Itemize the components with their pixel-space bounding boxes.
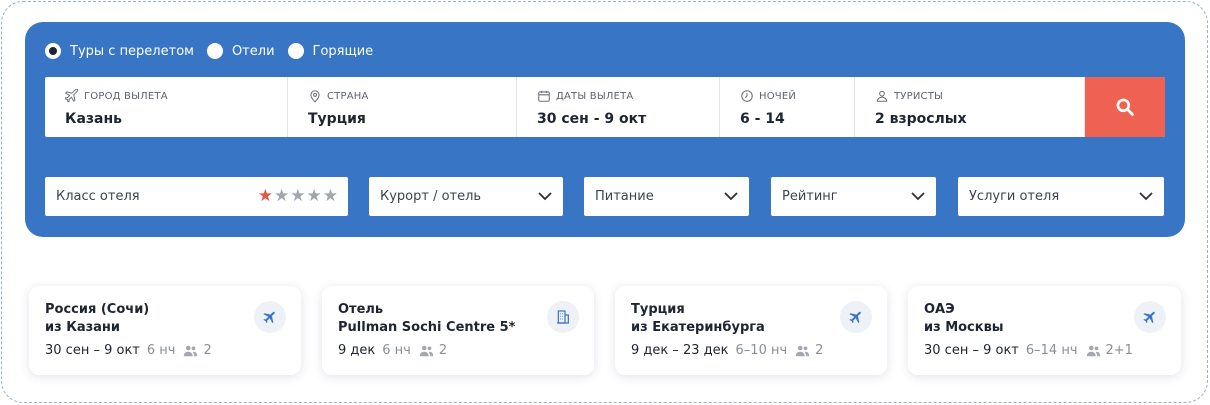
card-tourists: 2 (815, 343, 824, 358)
card-icon-badge (840, 301, 872, 333)
card-nights: 6 нч (146, 343, 176, 358)
nights-value: 6 - 14 (740, 111, 785, 127)
field-label: Туристы (894, 90, 944, 102)
card-dates: 9 дек (338, 343, 376, 358)
plane-icon (263, 311, 275, 324)
field-label: Страна (327, 90, 369, 102)
recent-search-card[interactable]: Отель Pullman Sochi Centre 5* 9 дек 6 нч… (322, 286, 594, 375)
recent-search-card[interactable]: Турция из Екатеринбурга 9 дек – 23 дек 6… (615, 286, 887, 375)
chevron-down-icon (724, 192, 738, 201)
card-meta: 30 сен – 9 окт 6–14 нч 2+1 (924, 343, 1133, 358)
hotel-services-select[interactable]: Услуги отеля (958, 177, 1164, 216)
filter-label: Рейтинг (782, 189, 838, 204)
people-icon (795, 345, 810, 356)
search-button[interactable] (1085, 77, 1165, 137)
chevron-down-icon (911, 192, 925, 201)
star-rating: ★ ★ ★ ★ ★ (257, 188, 338, 205)
card-meta: 30 сен – 9 окт 6 нч 2 (45, 343, 212, 358)
tour-type-selector: Туры с перелетом Отели Горящие (45, 42, 386, 60)
search-fields: Город вылета Казань Страна Турция Даты в… (45, 77, 1165, 137)
card-destination: Отель (338, 302, 384, 317)
plane-icon (1143, 311, 1155, 324)
star-icon[interactable]: ★ (307, 188, 322, 205)
card-tourists: 2 (438, 343, 448, 358)
location-pin-icon (310, 90, 320, 103)
filter-label: Услуги отеля (969, 189, 1060, 204)
field-label: Даты вылета (556, 90, 634, 102)
departure-dates-value: 30 сен - 9 окт (537, 111, 647, 127)
meals-select[interactable]: Питание (584, 177, 749, 216)
card-meta: 9 дек 6 нч 2 (338, 343, 447, 358)
star-icon[interactable]: ★ (323, 188, 338, 205)
card-dates: 30 сен – 9 окт (924, 343, 1019, 358)
recent-search-card[interactable]: ОАЭ из Москвы 30 сен – 9 окт 6–14 нч 2+1 (908, 286, 1181, 375)
departure-dates-field[interactable]: Даты вылета 30 сен - 9 окт (517, 77, 720, 137)
card-origin: из Москвы (924, 320, 1004, 335)
departure-city-value: Казань (65, 111, 122, 127)
person-icon (876, 90, 888, 102)
tourists-field[interactable]: Туристы 2 взрослых (855, 77, 1085, 137)
card-icon-badge (254, 301, 286, 333)
chevron-down-icon (538, 192, 552, 201)
star-icon[interactable]: ★ (258, 188, 273, 205)
search-panel: Туры с перелетом Отели Горящие Город выл… (25, 22, 1185, 237)
card-icon-badge (1134, 301, 1166, 333)
resort-hotel-select[interactable]: Курорт / отель (369, 177, 563, 216)
card-destination: ОАЭ (924, 302, 955, 317)
tour-type-hotels[interactable]: Отели (206, 43, 275, 59)
building-icon (557, 310, 569, 324)
radio-button[interactable] (287, 43, 304, 59)
plane-icon (65, 89, 79, 103)
tour-type-label: Отели (231, 43, 275, 59)
star-icon[interactable]: ★ (274, 188, 289, 205)
chevron-down-icon (1139, 192, 1153, 201)
departure-city-field[interactable]: Город вылета Казань (45, 77, 288, 137)
filter-label: Питание (595, 189, 654, 204)
card-dates: 9 дек – 23 дек (631, 343, 729, 358)
filter-label: Класс отеля (56, 189, 140, 204)
tour-type-flights[interactable]: Туры с перелетом (45, 43, 194, 59)
radio-button[interactable] (206, 43, 223, 59)
tourists-value: 2 взрослых (875, 111, 967, 127)
card-title: Россия (Сочи) из Казани (45, 301, 149, 337)
clock-icon (741, 90, 753, 102)
hotel-class-filter[interactable]: Класс отеля ★ ★ ★ ★ ★ (45, 177, 348, 216)
tour-type-label: Горящие (312, 43, 374, 59)
card-nights: 6 нч (382, 343, 411, 358)
card-origin: из Екатеринбурга (631, 320, 765, 335)
nights-field[interactable]: Ночей 6 - 14 (720, 77, 855, 137)
card-title: ОАЭ из Москвы (924, 301, 1004, 337)
card-nights: 6–10 нч (735, 343, 788, 358)
filter-label: Курорт / отель (380, 189, 482, 204)
card-icon-badge (547, 301, 579, 333)
calendar-icon (538, 90, 550, 102)
people-icon (184, 345, 198, 356)
field-label: Город вылета (84, 90, 168, 102)
card-meta: 9 дек – 23 дек 6–10 нч 2 (631, 343, 823, 358)
card-title: Отель Pullman Sochi Centre 5* (338, 301, 515, 337)
card-tourists: 2 (203, 343, 212, 358)
radio-button-checked[interactable] (45, 43, 61, 59)
card-dates: 30 сен – 9 окт (45, 343, 140, 358)
people-icon (419, 345, 434, 356)
country-value: Турция (308, 111, 366, 127)
tour-type-hot-deals[interactable]: Горящие (287, 43, 374, 59)
star-icon[interactable]: ★ (290, 188, 305, 205)
recent-search-card[interactable]: Россия (Сочи) из Казани 30 сен – 9 окт 6… (29, 286, 301, 375)
field-label: Ночей (759, 90, 797, 102)
card-destination: Турция (631, 302, 685, 317)
card-destination: Россия (Сочи) (45, 302, 150, 317)
card-title: Турция из Екатеринбурга (631, 301, 765, 337)
card-nights: 6–14 нч (1025, 343, 1078, 358)
tour-type-label: Туры с перелетом (70, 43, 194, 59)
card-origin: из Казани (45, 320, 121, 335)
rating-select[interactable]: Рейтинг (771, 177, 936, 216)
country-field[interactable]: Страна Турция (288, 77, 517, 137)
card-origin: Pullman Sochi Centre 5* (338, 320, 516, 335)
plane-icon (849, 311, 861, 324)
card-tourists: 2+1 (1105, 343, 1133, 358)
search-icon (1116, 98, 1134, 116)
people-icon (1086, 345, 1100, 356)
